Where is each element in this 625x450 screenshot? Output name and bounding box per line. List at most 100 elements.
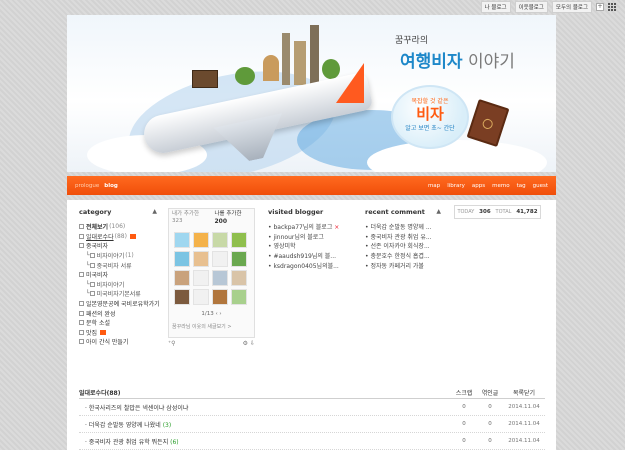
post-title[interactable]: 중국비자 관광 취업 유학 뭐든지 xyxy=(89,439,168,446)
neighbor-avatar[interactable] xyxy=(231,251,247,267)
grid-menu-icon[interactable] xyxy=(608,2,617,12)
nav-map[interactable]: map xyxy=(428,183,440,189)
category-item[interactable]: └ 비자이야기 (1) xyxy=(79,251,157,261)
category-item[interactable]: └ 비자이야기 xyxy=(79,280,157,290)
category-item[interactable]: 미국비자 xyxy=(79,270,157,280)
category-item[interactable]: 일대로수다 (88) xyxy=(79,232,157,242)
collapse-arrow-icon[interactable]: ▲ xyxy=(152,208,157,216)
neighbor-avatar[interactable] xyxy=(174,251,190,267)
nav-blog[interactable]: blog xyxy=(104,183,118,189)
recent-comment-item[interactable]: • 더욱갑 순발동 명양께 ... xyxy=(365,222,441,232)
visited-item[interactable]: • jinnour님의 블로그 xyxy=(268,232,348,242)
category-toggle-icon[interactable] xyxy=(89,262,95,268)
nav-tag[interactable]: tag xyxy=(517,183,526,189)
category-toggle-icon[interactable] xyxy=(79,272,84,278)
nav-apps[interactable]: apps xyxy=(472,183,485,189)
category-item[interactable]: └ 미국비자기본서류 xyxy=(79,289,157,299)
visited-item[interactable]: • backpa77님의 블로그 × xyxy=(268,222,348,232)
category-toggle-icon[interactable] xyxy=(79,310,84,316)
recent-comment-item[interactable]: • 중국비자 관광 취업 유... xyxy=(365,232,441,242)
category-toggle-icon[interactable] xyxy=(89,291,95,297)
blog-nav-bar: prologue blog map library apps memo tag … xyxy=(67,176,556,195)
neighbor-avatar[interactable] xyxy=(212,289,228,305)
category-toggle-icon[interactable] xyxy=(79,301,84,307)
category-toggle-icon[interactable] xyxy=(79,224,84,230)
recent-comment-item[interactable]: • 선존 이자카야 회식장... xyxy=(365,241,441,251)
add-button[interactable]: + xyxy=(596,3,604,11)
neighbor-pager[interactable]: 1/13 ‹ › xyxy=(169,311,254,317)
recent-list: • 더욱갑 순발동 명양께 ... • 중국비자 관광 취업 유... • 선존 이… xyxy=(365,222,441,270)
recent-title: recent comment xyxy=(365,208,425,216)
tower-icon xyxy=(294,41,306,85)
banner-title: 여행비자 이야기 xyxy=(400,47,515,72)
category-toggle-icon[interactable] xyxy=(89,281,95,287)
post-rows: · 한국사리즈의 찰밥은 넥센이냐 삼성이냐 0 0 2014.11.04 · 더욱갑 … xyxy=(79,399,545,450)
neighbor-avatar[interactable] xyxy=(174,232,190,248)
nav-guest[interactable]: guest xyxy=(533,183,548,189)
total-count: 41,782 xyxy=(516,209,538,215)
post-title[interactable]: 더욱갑 순발동 영양께 나왔네 xyxy=(89,422,161,429)
all-blogs-link[interactable]: 모두의 블로그 xyxy=(551,1,592,13)
visited-item[interactable]: • ksdragon0405님의블... xyxy=(268,261,348,271)
category-label: 비자이야기 xyxy=(96,253,125,261)
recent-comment-label: 선존 이자카야 회식장... xyxy=(370,243,430,251)
neighbor-avatar[interactable] xyxy=(212,270,228,286)
category-toggle-icon[interactable] xyxy=(79,233,84,239)
category-item[interactable]: └ 중국비자 서류 xyxy=(79,260,157,270)
category-item[interactable]: 문학 소설 xyxy=(79,318,157,328)
comment-count[interactable]: (3) xyxy=(163,422,172,429)
scrap-count: 0 xyxy=(462,438,466,444)
post-title-cell[interactable]: · 한국사리즈의 찰밥은 넥센이냐 삼성이냐 xyxy=(79,403,451,412)
collapse-arrow-icon[interactable]: ▲ xyxy=(436,208,441,216)
neighbor-avatar[interactable] xyxy=(193,251,209,267)
category-toggle-icon[interactable] xyxy=(89,253,95,259)
neighbor-avatar[interactable] xyxy=(193,232,209,248)
neighbors-widget: 내가 추가한 323 나를 추가한 200 1/13 ‹ › 꿈꾸라님 이웃의 새글… xyxy=(168,208,255,338)
remove-icon[interactable]: × xyxy=(332,224,339,231)
neighbor-new-posts-link[interactable]: 꿈꾸라님 이웃의 새글보기 > xyxy=(169,323,254,330)
neighbor-avatar[interactable] xyxy=(231,289,247,305)
post-date: 2014.11.04 xyxy=(508,421,540,427)
post-list-title[interactable]: 일대로수다(88) xyxy=(79,388,451,397)
category-toggle-icon[interactable] xyxy=(79,243,84,249)
my-blog-link[interactable]: 나 블로그 xyxy=(480,1,511,13)
category-item[interactable]: 전체보기 (106) xyxy=(79,222,157,232)
neighbor-avatar-grid xyxy=(169,228,254,309)
post-title-cell[interactable]: · 더욱갑 순발동 영양께 나왔네 (3) xyxy=(79,420,451,429)
category-item[interactable]: 맛집 xyxy=(79,328,157,338)
neighbor-avatar[interactable] xyxy=(193,270,209,286)
neighbor-avatar[interactable] xyxy=(174,270,190,286)
recent-comment-item[interactable]: • 정자동 카페거리 가볼 xyxy=(365,261,441,271)
category-toggle-icon[interactable] xyxy=(79,339,84,345)
neighbor-avatar[interactable] xyxy=(231,232,247,248)
neighbor-avatar[interactable] xyxy=(231,270,247,286)
add-neighbor-icon[interactable]: ⁺⚲ xyxy=(168,340,176,347)
list-close-button[interactable]: 목록닫기 xyxy=(503,388,545,397)
neighbor-avatar[interactable] xyxy=(174,289,190,305)
category-toggle-icon[interactable] xyxy=(79,320,84,326)
tab-label: 내가 추가한 xyxy=(172,211,200,217)
category-item[interactable]: 일본영문공예 국비로유학가기 xyxy=(79,299,160,309)
tab-added-me[interactable]: 나를 추가한 200 xyxy=(212,209,255,228)
comment-count[interactable]: (6) xyxy=(170,439,179,446)
neighbor-avatar[interactable] xyxy=(193,289,209,305)
table-row: · 중국비자 관광 취업 유학 뭐든지 (6) 0 0 2014.11.04 xyxy=(79,433,545,450)
category-item[interactable]: 중국비자 xyxy=(79,241,157,251)
nav-memo[interactable]: memo xyxy=(492,183,509,189)
category-toggle-icon[interactable] xyxy=(79,329,84,335)
nav-prologue[interactable]: prologue xyxy=(75,183,99,189)
neighbor-avatar[interactable] xyxy=(212,232,228,248)
nav-library[interactable]: library xyxy=(447,183,465,189)
recent-comment-item[interactable]: • 충문호수 한정식 흡겹... xyxy=(365,251,441,261)
neighbor-blog-link[interactable]: 이웃블로그 xyxy=(514,1,548,13)
category-item[interactable]: 아이 간식 만들기 xyxy=(79,337,157,347)
neighbor-avatar[interactable] xyxy=(212,251,228,267)
visited-item[interactable]: • 영상미학 xyxy=(268,241,348,251)
tab-added-by-me[interactable]: 내가 추가한 323 xyxy=(169,209,212,228)
post-title[interactable]: 한국사리즈의 찰밥은 넥센이냐 삼성이냐 xyxy=(89,405,189,412)
visited-item[interactable]: • #aaudsh919님의 블... xyxy=(268,251,348,261)
settings-icon[interactable]: ⚙ ⇩ xyxy=(243,340,255,347)
category-item[interactable]: 패션의 완성 xyxy=(79,308,157,318)
post-title-cell[interactable]: · 중국비자 관광 취업 유학 뭐든지 (6) xyxy=(79,437,451,446)
tab-label: 나를 추가한 xyxy=(214,211,242,217)
